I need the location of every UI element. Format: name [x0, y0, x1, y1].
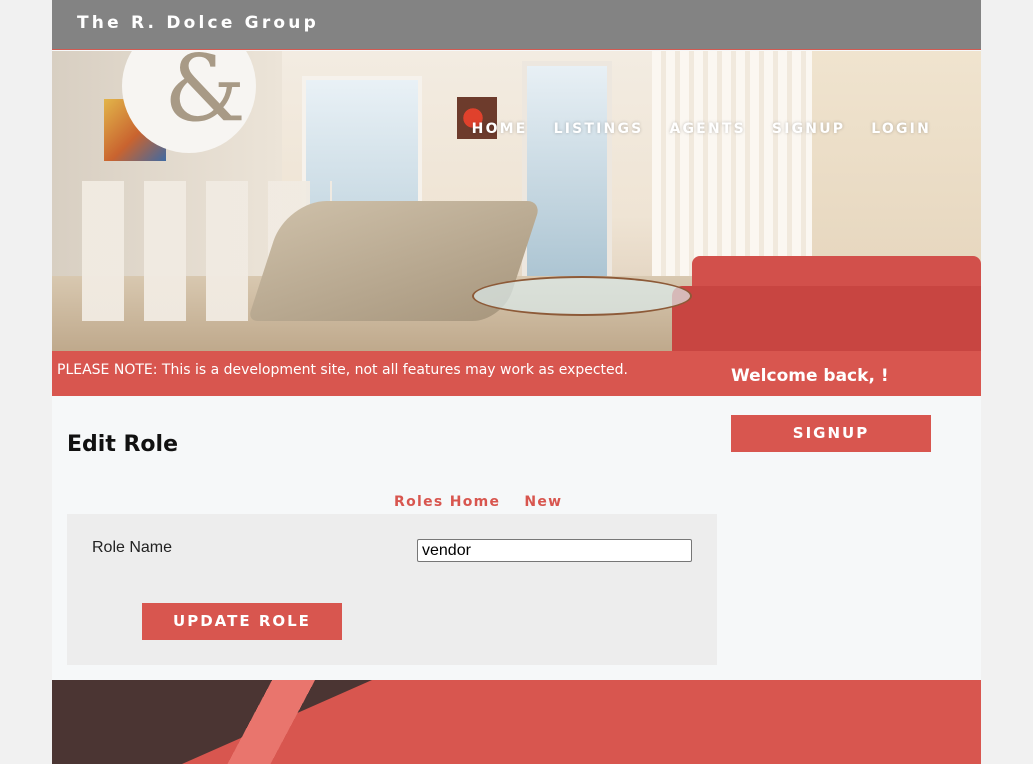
browser-frame: The R. Dolce Group & HOME LISTINGS AGENT… [0, 0, 1033, 764]
top-bar: The R. Dolce Group [52, 0, 981, 50]
nav-listings[interactable]: LISTINGS [554, 121, 644, 137]
dev-notice-text: PLEASE NOTE: This is a development site,… [57, 362, 628, 378]
curtain [652, 51, 812, 281]
logo-ampersand-icon: & [164, 51, 246, 142]
roles-home-link[interactable]: Roles Home [394, 494, 500, 510]
main-nav: HOME LISTINGS AGENTS SIGNUP LOGIN [446, 121, 931, 137]
edit-role-form: Role Name UPDATE ROLE [67, 514, 717, 665]
new-role-link[interactable]: New [524, 494, 562, 510]
role-name-label: Role Name [92, 539, 173, 556]
sidebar-signup-button[interactable]: SIGNUP [731, 415, 931, 452]
update-role-button[interactable]: UPDATE ROLE [142, 603, 342, 640]
nav-home[interactable]: HOME [472, 121, 528, 137]
window-right [522, 61, 612, 291]
footer-accent-shape [182, 680, 352, 764]
roles-subnav: Roles Home New [382, 494, 574, 510]
nav-agents[interactable]: AGENTS [669, 121, 745, 137]
page: The R. Dolce Group & HOME LISTINGS AGENT… [52, 0, 981, 764]
page-title: Edit Role [67, 432, 179, 457]
brand-name[interactable]: The R. Dolce Group [77, 13, 319, 33]
role-name-input[interactable] [417, 539, 692, 562]
footer [52, 680, 981, 764]
nav-signup[interactable]: SIGNUP [772, 121, 845, 137]
welcome-message: Welcome back, ! [731, 366, 889, 386]
nav-login[interactable]: LOGIN [871, 121, 931, 137]
hero-image: & HOME LISTINGS AGENTS SIGNUP LOGIN [52, 51, 981, 351]
notice-bar: PLEASE NOTE: This is a development site,… [52, 351, 981, 396]
glass-table [472, 276, 692, 316]
sofa-seat [672, 286, 981, 351]
